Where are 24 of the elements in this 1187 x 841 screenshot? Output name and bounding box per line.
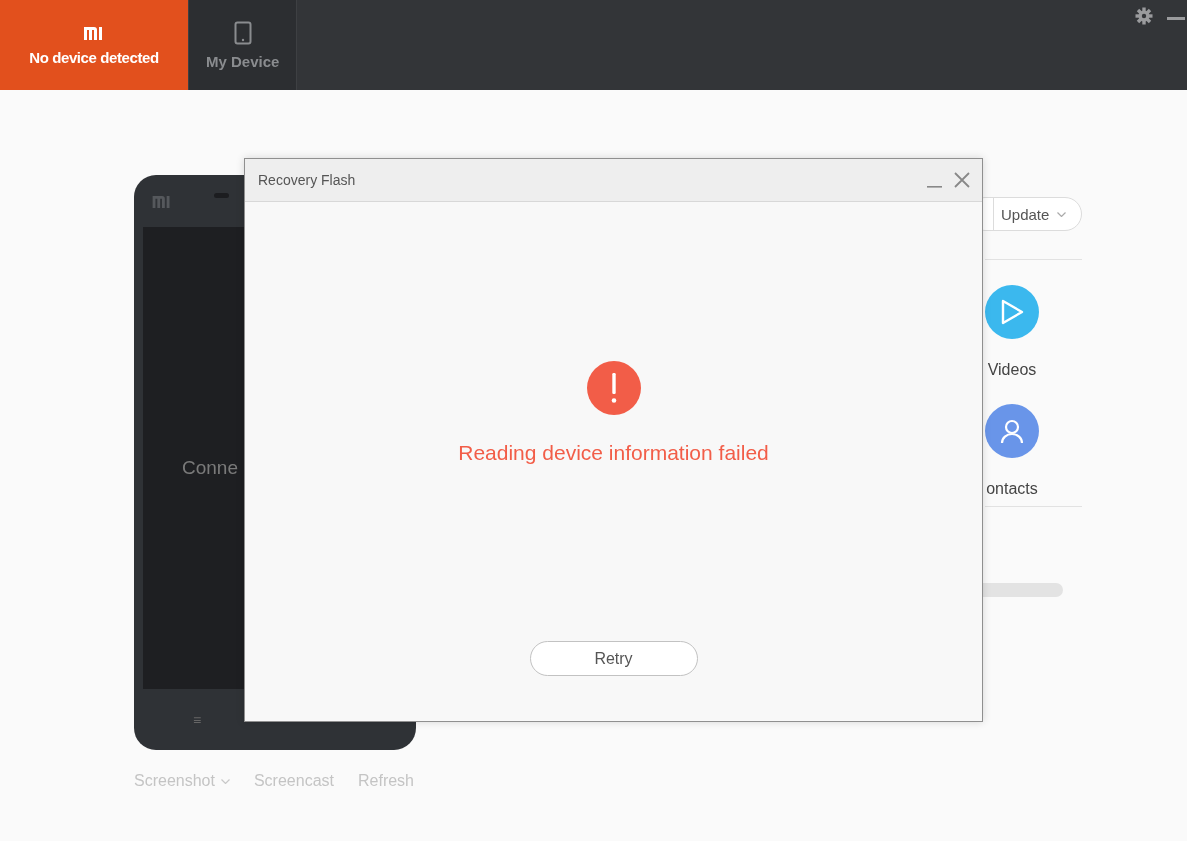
- device-tab[interactable]: No device detected: [0, 0, 189, 90]
- shortcut-label: Videos: [987, 361, 1037, 379]
- dialog-title: Recovery Flash: [258, 172, 356, 188]
- error-message: Reading device information failed: [458, 441, 769, 465]
- retry-button[interactable]: Retry: [529, 641, 698, 676]
- shortcut-label: ontacts: [986, 480, 1038, 498]
- person-icon: [999, 418, 1025, 444]
- device-tab[interactable]: My Device: [189, 0, 298, 90]
- minimize-icon[interactable]: [927, 185, 942, 189]
- mi-logo-icon: [151, 193, 173, 209]
- tablet-icon: [233, 20, 252, 45]
- close-icon[interactable]: [954, 172, 970, 188]
- update-button[interactable]: Update: [994, 198, 1081, 230]
- menu-key: ≡: [193, 711, 202, 728]
- play-icon: [1000, 299, 1024, 325]
- settings-icon[interactable]: [1135, 7, 1153, 25]
- contacts-button[interactable]: [985, 404, 1039, 458]
- videos-button[interactable]: [985, 285, 1039, 339]
- chevron-down-icon: [1057, 211, 1067, 217]
- connect-text: Conne: [182, 457, 238, 479]
- chevron-down-icon: [220, 778, 230, 784]
- minimize-icon[interactable]: [1167, 17, 1185, 21]
- mi-logo-icon: [83, 24, 105, 41]
- error-icon: [586, 361, 641, 415]
